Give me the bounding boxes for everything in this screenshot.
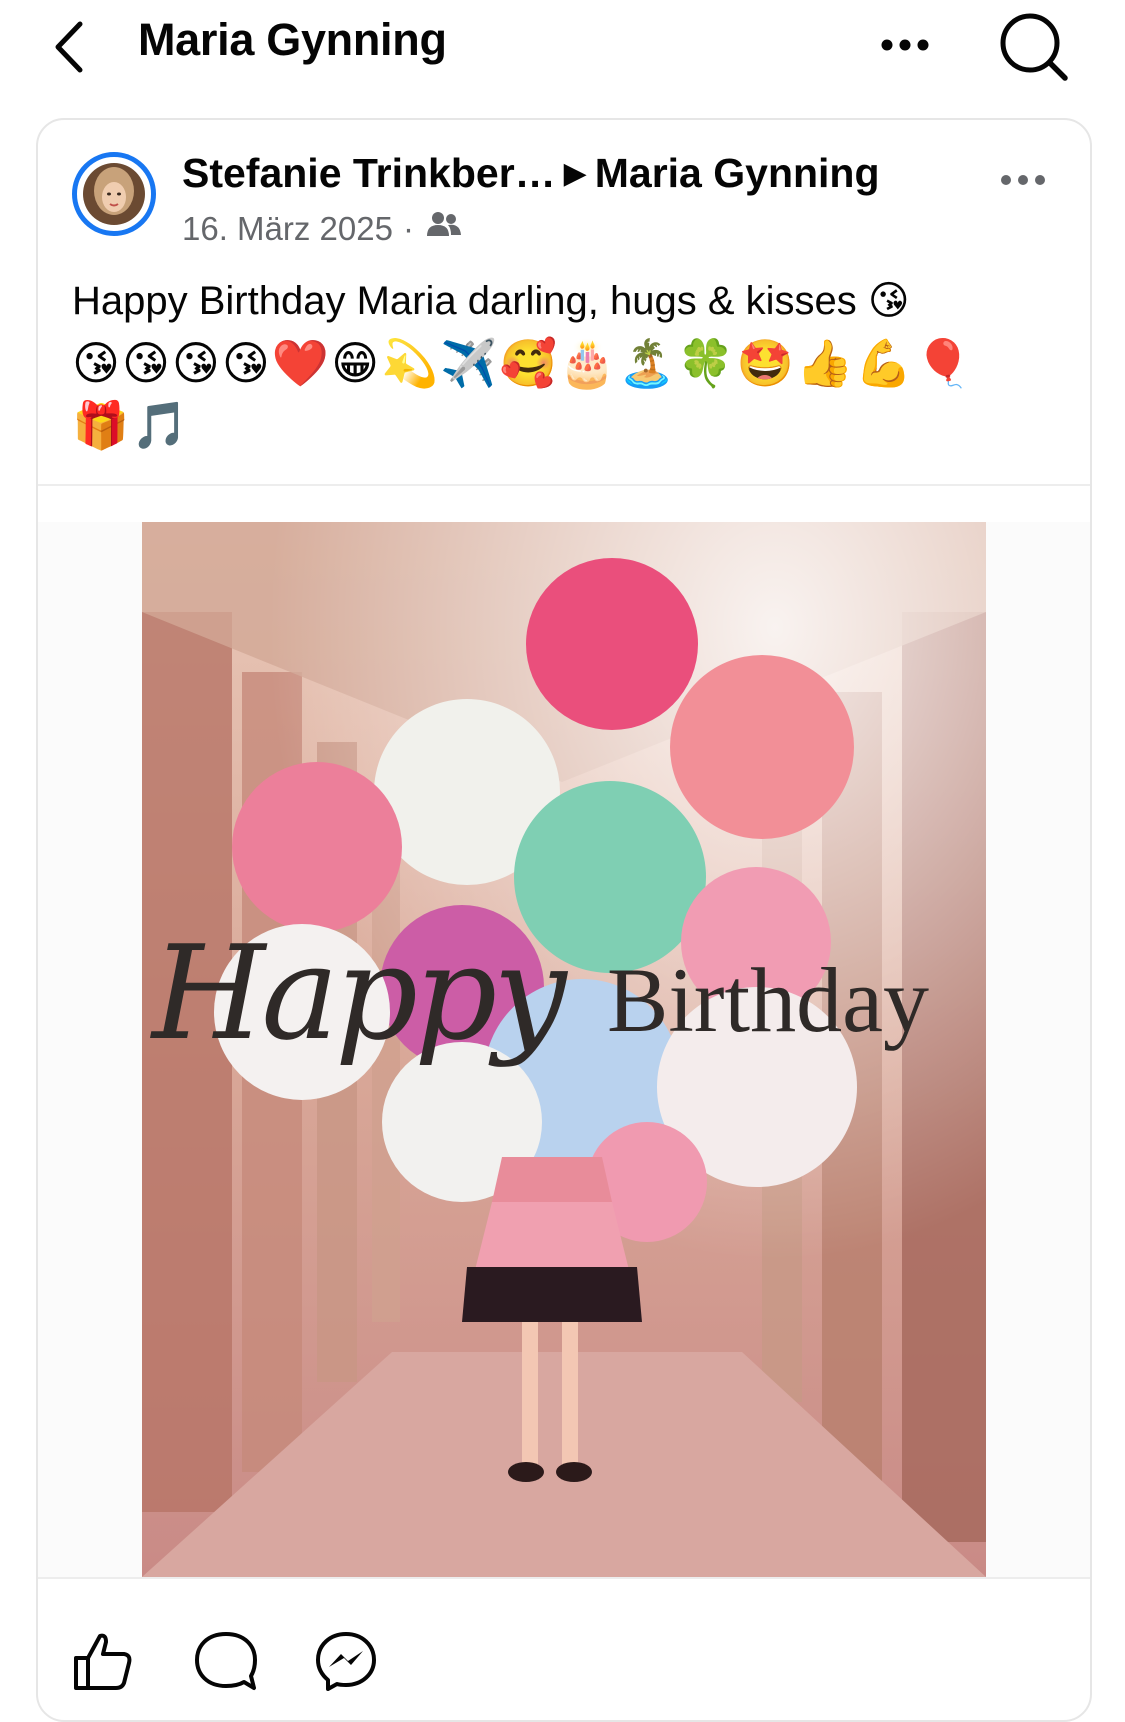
target-profile-name[interactable]: Maria Gynning: [595, 150, 880, 196]
messenger-icon: [316, 1632, 376, 1691]
post-text: Happy Birthday Maria darling, hugs & kis…: [72, 279, 910, 323]
more-dots-icon: [1001, 175, 1045, 185]
birthday-balloons-image: Happy Birthday: [142, 522, 986, 1577]
author-avatar[interactable]: [72, 152, 156, 236]
share-messenger-button[interactable]: [311, 1626, 381, 1696]
friends-icon[interactable]: [424, 208, 464, 248]
chevron-left-icon: [55, 21, 83, 73]
thumbs-up-icon: [74, 1633, 132, 1690]
post-photo[interactable]: Happy Birthday: [38, 522, 1090, 1577]
author-name[interactable]: Stefanie Trinkber…: [182, 150, 556, 196]
post-emoji-line-1: 😘😘😘😘❤️😁💫✈️🥰🎂🏝️🍀🤩👍💪🎈: [72, 336, 974, 390]
meta-separator: ·: [402, 210, 414, 247]
post-meta: 16. März 2025 ·: [182, 210, 464, 251]
page-title: Maria Gynning: [138, 14, 447, 65]
post-card: Stefanie Trinkber… ▶ Maria Gynning 16. Mär…: [36, 118, 1092, 1722]
comment-button[interactable]: [191, 1626, 261, 1696]
post-actions: [38, 1600, 1090, 1720]
top-bar: Maria Gynning: [0, 0, 1125, 90]
post-emoji-line-2: 🎁🎵: [72, 398, 191, 452]
like-button[interactable]: [68, 1626, 138, 1696]
post-more-button[interactable]: [988, 160, 1058, 200]
search-button[interactable]: [995, 6, 1075, 86]
post-author-line: Stefanie Trinkber… ▶ Maria Gynning: [182, 150, 880, 197]
divider: [38, 484, 1090, 486]
divider: [38, 1577, 1090, 1579]
avatar-image: [83, 163, 145, 225]
more-dots-icon: [881, 39, 929, 51]
comment-icon: [195, 1632, 257, 1690]
more-options-button[interactable]: [870, 20, 940, 70]
arrow-right-icon: ▶: [563, 157, 587, 190]
post-date[interactable]: 16. März 2025: [182, 210, 393, 247]
back-button[interactable]: [44, 10, 104, 80]
search-icon: [1000, 13, 1068, 81]
